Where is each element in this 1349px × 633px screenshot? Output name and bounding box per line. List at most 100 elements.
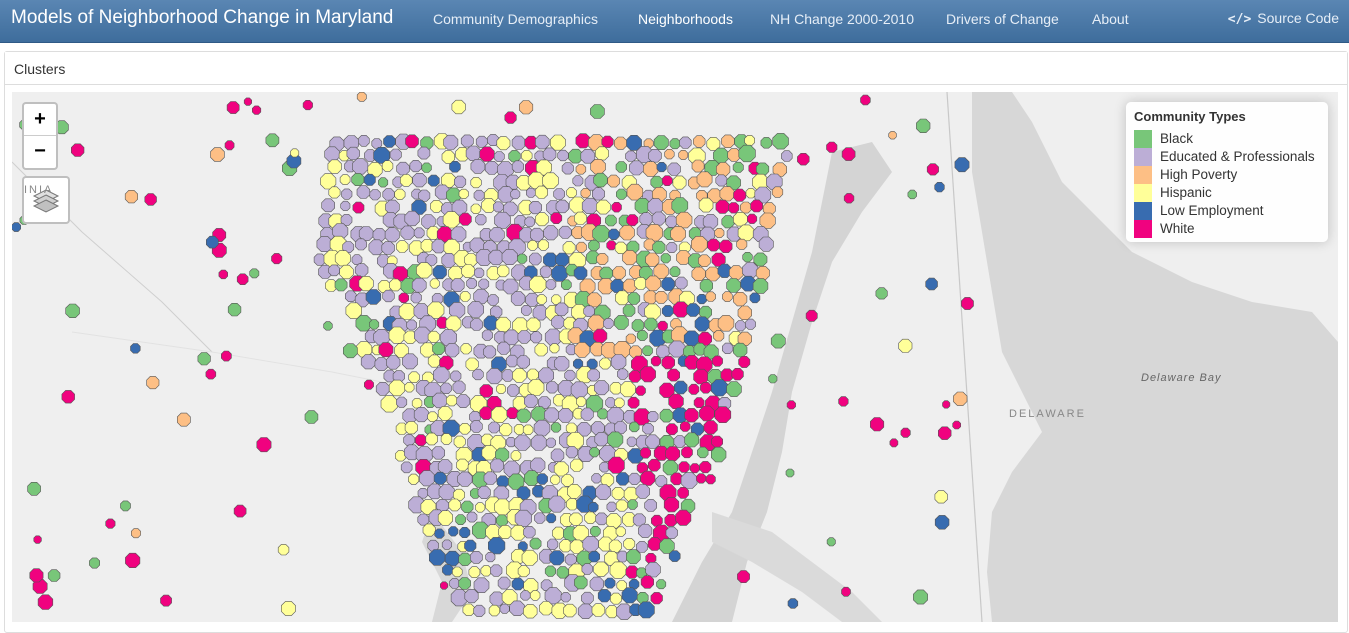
cluster-marker bbox=[501, 369, 514, 382]
cluster-marker bbox=[398, 292, 410, 303]
cluster-marker bbox=[671, 197, 689, 214]
cluster-marker bbox=[594, 146, 610, 161]
cluster-marker bbox=[396, 396, 408, 408]
nav-neighborhoods[interactable]: Neighborhoods bbox=[638, 11, 733, 27]
cluster-marker bbox=[499, 423, 513, 437]
cluster-marker bbox=[714, 228, 725, 238]
cluster-marker bbox=[613, 136, 628, 150]
cluster-marker bbox=[124, 190, 138, 204]
cluster-marker bbox=[458, 577, 471, 590]
cluster-marker bbox=[513, 423, 525, 435]
cluster-marker bbox=[591, 187, 605, 201]
cluster-marker bbox=[733, 188, 747, 202]
cluster-marker bbox=[438, 484, 455, 501]
map[interactable]: + − INIA DELAWARE Delaware Bay Community… bbox=[12, 92, 1338, 622]
cluster-marker bbox=[467, 301, 485, 318]
cluster-marker bbox=[340, 200, 351, 211]
app-title[interactable]: Models of Neighborhood Change in Marylan… bbox=[11, 7, 393, 29]
cluster-marker bbox=[304, 410, 319, 424]
cluster-marker bbox=[433, 366, 450, 384]
cluster-marker bbox=[506, 407, 519, 420]
cluster-marker bbox=[699, 405, 715, 422]
cluster-marker bbox=[907, 189, 917, 200]
cluster-marker bbox=[719, 186, 735, 202]
cluster-marker bbox=[733, 212, 748, 227]
cluster-marker bbox=[378, 342, 394, 358]
zoom-in-button[interactable]: + bbox=[24, 104, 56, 136]
cluster-marker bbox=[952, 420, 962, 430]
cluster-marker bbox=[372, 228, 387, 242]
cluster-marker bbox=[869, 417, 885, 432]
cluster-marker bbox=[459, 422, 471, 435]
cluster-marker bbox=[732, 292, 748, 307]
cluster-marker bbox=[607, 456, 625, 474]
cluster-marker bbox=[749, 292, 761, 304]
cluster-marker bbox=[606, 501, 617, 513]
panel-title: Clusters bbox=[14, 61, 66, 77]
zoom-out-button[interactable]: − bbox=[24, 136, 56, 167]
cluster-marker bbox=[590, 159, 606, 175]
cluster-marker bbox=[400, 225, 415, 240]
cluster-marker bbox=[536, 294, 547, 305]
cluster-marker bbox=[506, 384, 520, 397]
cluster-marker bbox=[660, 253, 671, 264]
cluster-marker bbox=[691, 266, 706, 281]
cluster-marker bbox=[580, 148, 596, 164]
cluster-marker bbox=[523, 394, 538, 408]
cluster-marker bbox=[459, 526, 471, 539]
map-label-delaware-bay: Delaware Bay bbox=[1141, 372, 1222, 384]
cluster-marker bbox=[599, 266, 613, 281]
cluster-marker bbox=[341, 188, 353, 200]
cluster-marker bbox=[589, 447, 600, 458]
cluster-marker bbox=[339, 174, 351, 185]
cluster-marker bbox=[440, 382, 452, 395]
cluster-marker bbox=[841, 147, 856, 161]
cluster-marker bbox=[636, 541, 648, 553]
cluster-marker bbox=[651, 211, 666, 226]
cluster-marker bbox=[615, 499, 628, 512]
cluster-marker bbox=[594, 432, 609, 447]
nav-nh-change[interactable]: NH Change 2000-2010 bbox=[770, 11, 914, 27]
cluster-marker bbox=[737, 224, 755, 242]
cluster-marker bbox=[543, 225, 559, 241]
source-code-link[interactable]: </> Source Code bbox=[1228, 10, 1339, 27]
cluster-marker bbox=[334, 278, 348, 292]
cluster-marker bbox=[527, 240, 538, 251]
cluster-marker bbox=[841, 586, 851, 597]
cluster-marker bbox=[679, 421, 691, 432]
cluster-marker bbox=[644, 303, 661, 320]
cluster-marker bbox=[501, 249, 518, 265]
cluster-marker bbox=[577, 603, 594, 620]
cluster-marker bbox=[363, 173, 376, 186]
cluster-marker bbox=[678, 149, 689, 160]
cluster-marker bbox=[553, 188, 566, 200]
nav-about[interactable]: About bbox=[1092, 11, 1129, 27]
cluster-marker bbox=[525, 187, 536, 198]
cluster-marker bbox=[465, 145, 482, 161]
cluster-marker bbox=[699, 461, 712, 474]
cluster-marker bbox=[458, 188, 469, 199]
nav-community-demographics[interactable]: Community Demographics bbox=[433, 11, 598, 27]
cluster-marker bbox=[954, 157, 970, 173]
cluster-marker bbox=[544, 407, 560, 423]
cluster-marker bbox=[590, 104, 605, 119]
cluster-marker bbox=[427, 354, 441, 368]
cluster-marker bbox=[456, 458, 469, 472]
cluster-marker bbox=[382, 289, 395, 303]
legend-label: Low Employment bbox=[1160, 203, 1264, 218]
cluster-marker bbox=[356, 185, 371, 199]
cluster-marker bbox=[615, 161, 628, 173]
cluster-marker bbox=[384, 227, 400, 243]
nav-drivers-of-change[interactable]: Drivers of Change bbox=[946, 11, 1059, 27]
cluster-marker bbox=[445, 315, 462, 332]
cluster-marker bbox=[385, 199, 400, 215]
cluster-marker bbox=[593, 172, 608, 188]
cluster-marker bbox=[650, 355, 662, 367]
cluster-marker bbox=[731, 367, 744, 381]
cluster-marker bbox=[388, 326, 406, 344]
cluster-marker bbox=[665, 423, 678, 436]
cluster-marker bbox=[483, 345, 497, 359]
cluster-marker bbox=[644, 317, 658, 331]
cluster-marker bbox=[449, 578, 461, 589]
cluster-marker bbox=[672, 175, 687, 190]
